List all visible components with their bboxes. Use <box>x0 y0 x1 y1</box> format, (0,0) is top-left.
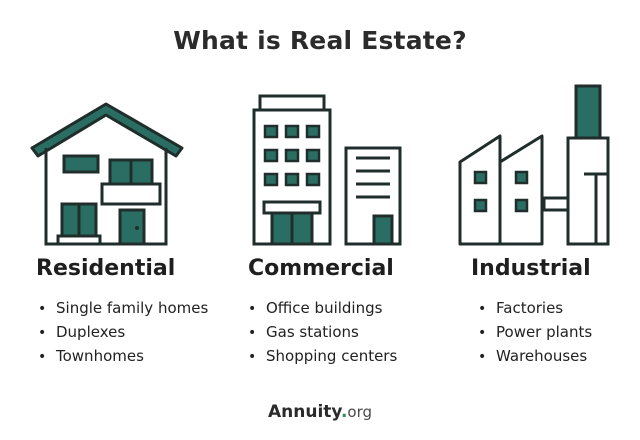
office-buildings-icon <box>252 94 402 246</box>
residential-column <box>28 82 218 247</box>
house-icon <box>30 102 184 246</box>
list-item: Shopping centers <box>248 344 397 368</box>
commercial-column <box>246 82 436 247</box>
industrial-heading: Industrial <box>471 256 591 281</box>
list-item: Duplexes <box>38 320 208 344</box>
list-item: Warehouses <box>478 344 592 368</box>
list-item: Office buildings <box>248 296 397 320</box>
brand-logo: Annuity.org <box>0 402 640 422</box>
brand-suffix: org <box>347 403 373 421</box>
factory-icon <box>458 84 610 246</box>
residential-heading: Residential <box>36 256 176 281</box>
commercial-heading: Commercial <box>248 256 394 281</box>
list-item: Gas stations <box>248 320 397 344</box>
residential-list: Single family homes Duplexes Townhomes <box>38 296 208 368</box>
list-item: Townhomes <box>38 344 208 368</box>
brand-name: Annuity <box>267 402 341 422</box>
list-item: Factories <box>478 296 592 320</box>
page-title: What is Real Estate? <box>173 26 467 55</box>
commercial-list: Office buildings Gas stations Shopping c… <box>248 296 397 368</box>
industrial-list: Factories Power plants Warehouses <box>478 296 592 368</box>
list-item: Power plants <box>478 320 592 344</box>
industrial-column <box>458 82 638 247</box>
list-item: Single family homes <box>38 296 208 320</box>
